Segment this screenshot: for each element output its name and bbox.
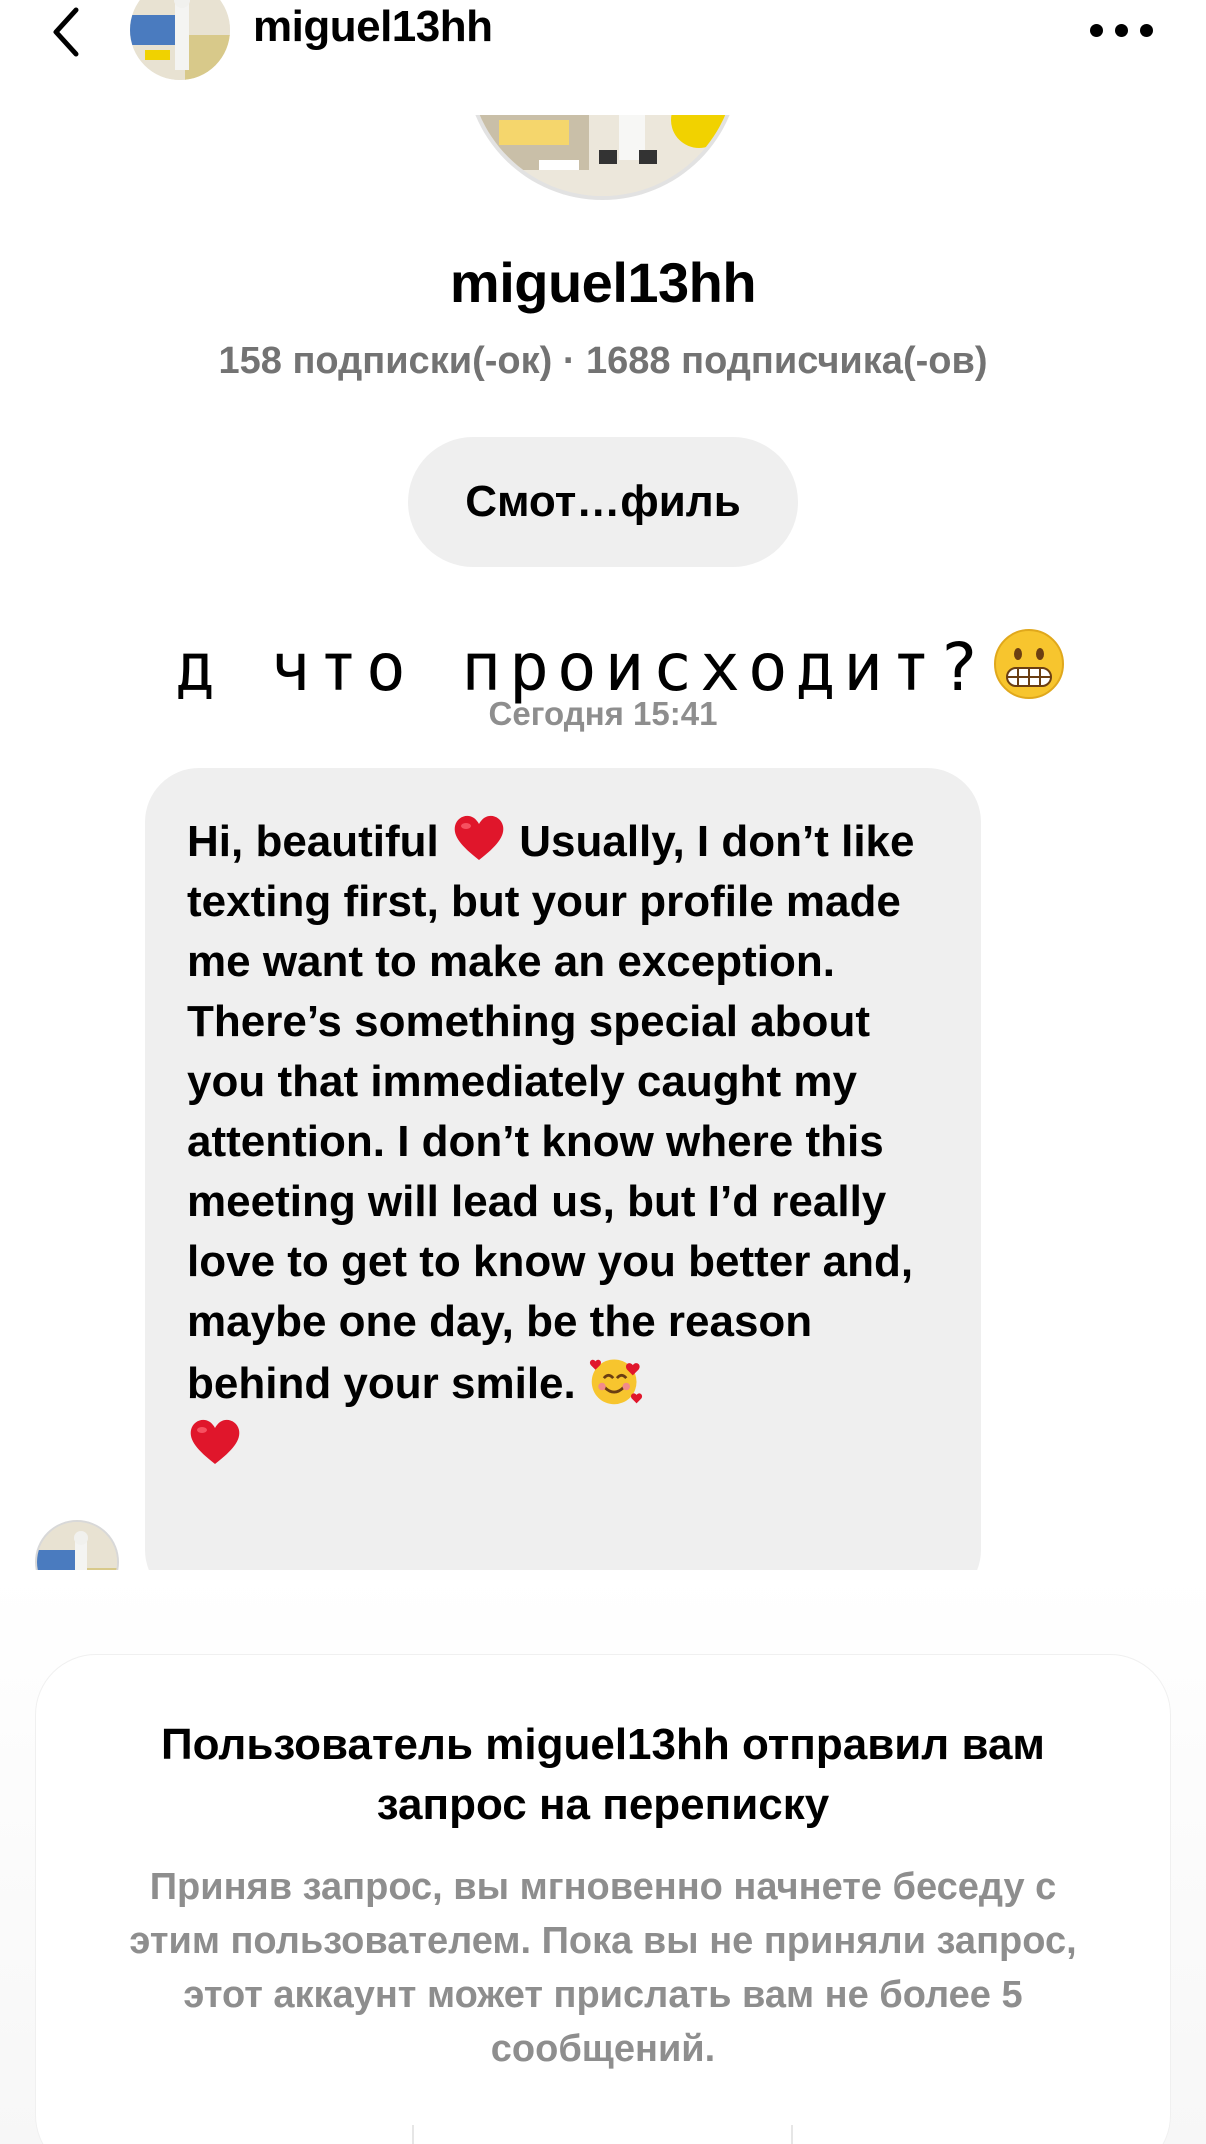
more-horizontal-icon — [1115, 24, 1128, 37]
dm-request-screen: miguel13hh miguel13hh 158 подписки(-ок) … — [0, 0, 1206, 2144]
action-divider — [412, 2125, 414, 2144]
overlay-caption: д что происходит? — [175, 628, 1065, 716]
message-text-part: Usually, I don’t like texting first, but… — [187, 817, 927, 1408]
message-text: Hi, beautiful Usually, I don’t like text… — [187, 810, 941, 1476]
top-bar: miguel13hh — [0, 0, 1206, 115]
red-heart-emoji-icon — [190, 1419, 240, 1464]
message-bubble[interactable]: Hi, beautiful Usually, I don’t like text… — [145, 768, 981, 1604]
profile-username: miguel13hh — [449, 251, 757, 314]
profile-stats: 158 подписки(-ок) · 1688 подписчика(-ов) — [218, 340, 988, 382]
chevron-left-icon — [53, 7, 79, 57]
action-divider — [791, 2125, 793, 2144]
message-request-card: Пользователь miguel13hh отправил вам зап… — [36, 1655, 1170, 2144]
overlay-caption-text: д что происходит? — [175, 629, 987, 707]
more-options-button[interactable] — [1090, 18, 1154, 42]
message-text-part: Hi, beautiful — [187, 817, 451, 866]
more-horizontal-icon — [1090, 24, 1103, 37]
red-heart-emoji-icon — [454, 815, 504, 860]
avatar-photo — [130, 0, 230, 80]
more-horizontal-icon — [1140, 24, 1153, 37]
request-description: Приняв запрос, вы мгновенно начнете бесе… — [129, 1866, 1077, 2070]
back-button[interactable] — [40, 2, 100, 62]
grimacing-face-emoji-icon — [993, 628, 1065, 716]
header-username[interactable]: miguel13hh — [253, 2, 493, 52]
smiling-face-with-hearts-emoji-icon — [589, 1359, 643, 1405]
header-avatar[interactable] — [130, 0, 230, 80]
view-profile-button[interactable]: Смот…филь — [408, 437, 798, 567]
request-title: Пользователь miguel13hh отправил вам зап… — [161, 1720, 1045, 1829]
